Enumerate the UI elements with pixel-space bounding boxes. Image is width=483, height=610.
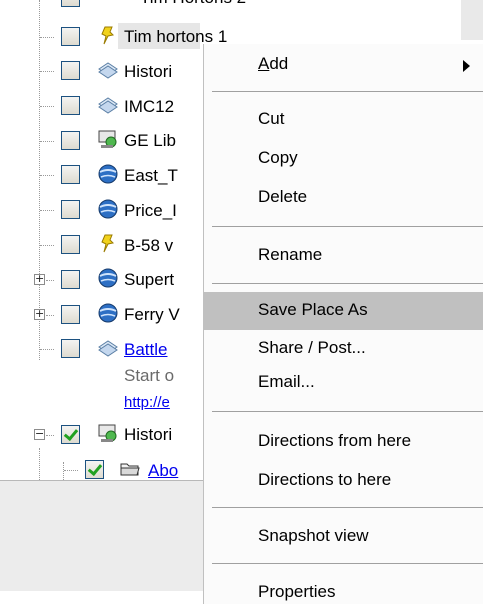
menu-item-add-label: Add xyxy=(258,54,289,73)
tree-line xyxy=(40,349,54,350)
yellow-pushpin-icon xyxy=(101,26,115,45)
menu-item-rename[interactable]: Rename xyxy=(204,239,483,273)
tree-item-label[interactable]: East_T xyxy=(124,166,178,186)
menu-item-cut[interactable]: Cut xyxy=(204,103,483,137)
tree-item-label[interactable]: Supert xyxy=(124,270,174,290)
tree-item-label[interactable]: Tim Hortons 2 xyxy=(140,0,246,8)
tree-item-description: Start o xyxy=(124,366,175,385)
menu-separator xyxy=(212,283,483,284)
menu-separator xyxy=(212,563,483,564)
checkbox[interactable] xyxy=(61,200,80,219)
menu-item-email[interactable]: Email... xyxy=(204,366,483,400)
menu-item-copy[interactable]: Copy xyxy=(204,142,483,176)
checkbox[interactable] xyxy=(61,165,80,184)
globe-icon xyxy=(98,268,118,288)
checkbox[interactable] xyxy=(61,131,80,150)
tree-item-label[interactable]: IMC12 xyxy=(124,97,174,117)
tree-line xyxy=(40,210,54,211)
collapse-minus-icon[interactable]: − xyxy=(34,428,45,440)
tree-line xyxy=(63,462,64,480)
polygon-icon xyxy=(98,340,118,357)
checkbox[interactable] xyxy=(61,305,80,324)
context-menu: Add Cut Copy Delete Rename Save Place As… xyxy=(203,44,483,604)
tree-line xyxy=(40,175,54,176)
menu-item-delete[interactable]: Delete xyxy=(204,181,483,215)
checkbox[interactable] xyxy=(61,270,80,289)
checkbox-checked[interactable] xyxy=(85,460,104,479)
menu-item-directions-to-here[interactable]: Directions to here xyxy=(204,464,483,498)
tree-item-link[interactable]: Abo xyxy=(148,461,178,481)
tree-item-label[interactable]: GE Lib xyxy=(124,131,176,151)
globe-icon xyxy=(98,164,118,184)
submenu-arrow-icon xyxy=(463,60,470,72)
network-link-icon xyxy=(98,130,117,148)
tree-item-label[interactable]: Histori xyxy=(124,62,172,82)
scrollbar[interactable] xyxy=(461,0,483,40)
menu-item-properties[interactable]: Properties xyxy=(204,576,483,610)
menu-item-share-post[interactable]: Share / Post... xyxy=(204,332,483,366)
checkbox[interactable] xyxy=(61,27,80,46)
checkbox[interactable] xyxy=(61,96,80,115)
yellow-pushpin-icon xyxy=(101,234,115,253)
tree-line xyxy=(46,315,54,316)
menu-item-save-place-as[interactable]: Save Place As xyxy=(204,292,483,330)
menu-item-directions-from-here[interactable]: Directions from here xyxy=(204,425,483,459)
tree-item-label[interactable]: Price_I xyxy=(124,201,177,221)
tree-line xyxy=(46,280,54,281)
tree-line xyxy=(39,0,40,360)
polygon-icon xyxy=(98,62,118,79)
tree-item-label[interactable]: Histori xyxy=(124,425,172,445)
checkbox[interactable] xyxy=(61,61,80,80)
expand-plus-icon[interactable]: + xyxy=(34,273,45,285)
menu-separator xyxy=(212,226,483,227)
menu-separator xyxy=(212,507,483,508)
menu-separator xyxy=(212,411,483,412)
tree-item-label[interactable]: B-58 v xyxy=(124,236,173,256)
expand-plus-icon[interactable]: + xyxy=(34,308,45,320)
network-link-icon xyxy=(98,424,117,442)
menu-item-snapshot-view[interactable]: Snapshot view xyxy=(204,520,483,554)
checkbox[interactable] xyxy=(61,339,80,358)
tree-line xyxy=(40,37,54,38)
tree-item-label[interactable]: Ferry V xyxy=(124,305,180,325)
tree-line xyxy=(40,106,54,107)
checkbox[interactable] xyxy=(61,0,80,7)
tree-line xyxy=(40,141,54,142)
folder-icon xyxy=(120,463,140,476)
tree-line xyxy=(40,71,54,72)
tree-line xyxy=(46,435,54,436)
globe-icon xyxy=(98,303,118,323)
tree-line xyxy=(64,470,78,471)
globe-icon xyxy=(98,199,118,219)
menu-separator xyxy=(212,91,483,92)
description-link[interactable]: http://e xyxy=(124,393,170,413)
tree-line xyxy=(39,448,40,480)
tree-line xyxy=(40,245,54,246)
checkbox-checked[interactable] xyxy=(61,425,80,444)
menu-item-add[interactable]: Add xyxy=(204,48,483,82)
checkbox[interactable] xyxy=(61,235,80,254)
polygon-icon xyxy=(98,97,118,114)
tree-item-link[interactable]: Battle xyxy=(124,340,167,360)
